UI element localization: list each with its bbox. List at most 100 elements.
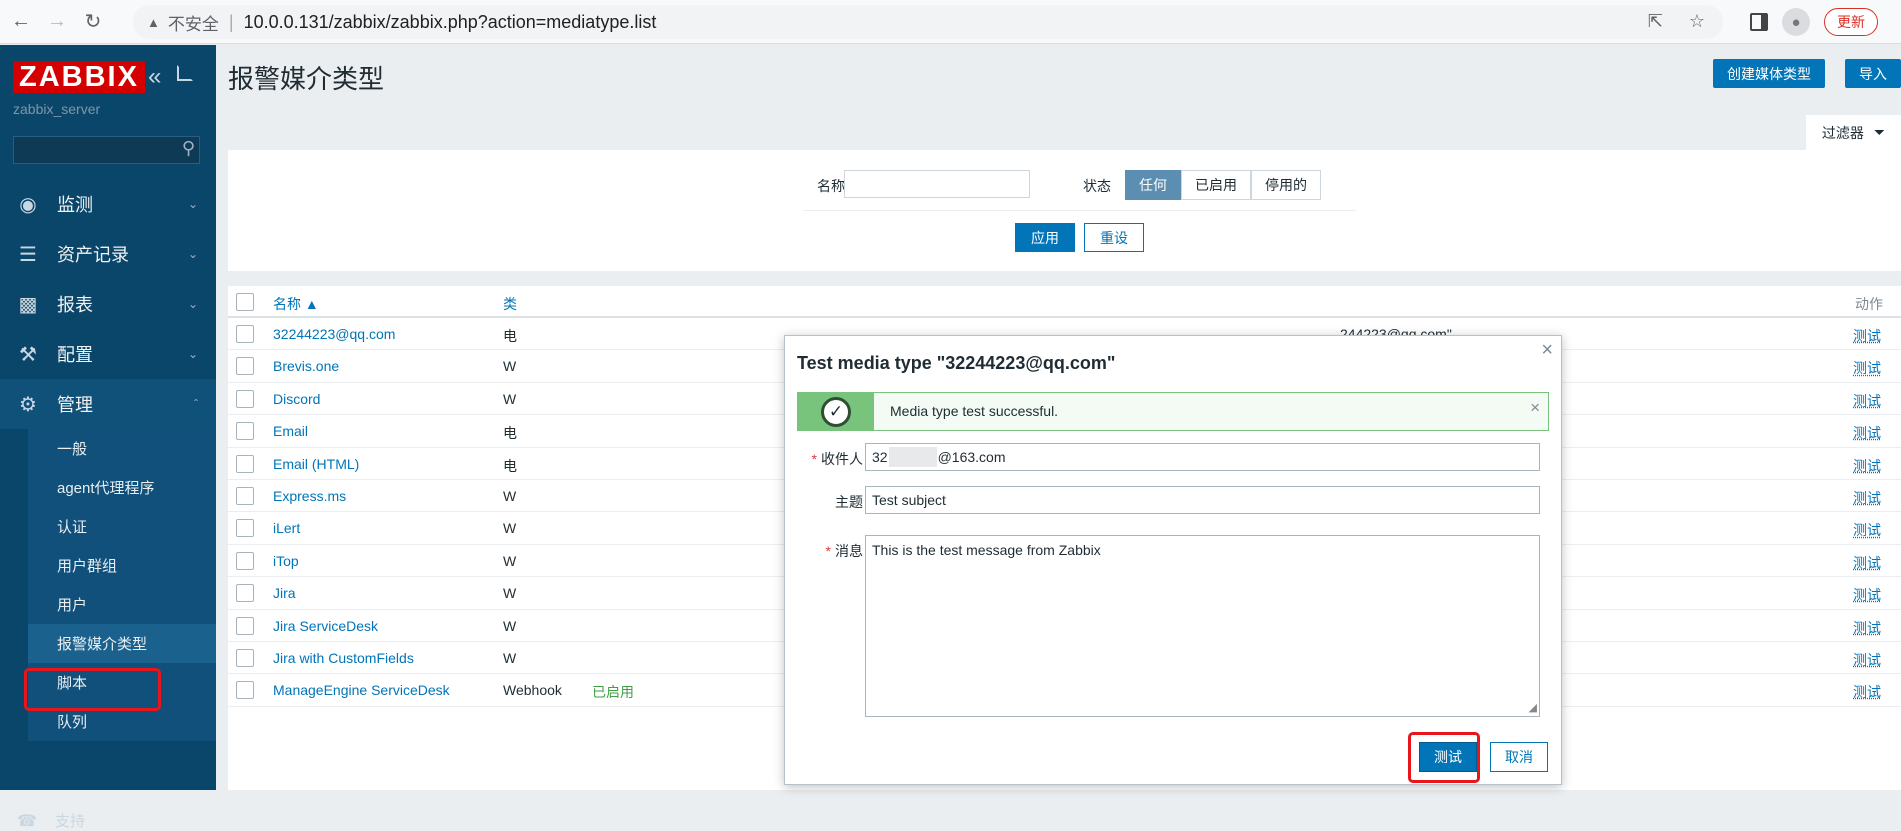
test-link[interactable]: 测试 xyxy=(1853,488,1881,508)
status-segmented-control: 任何 已启用 停用的 xyxy=(1125,170,1321,200)
submenu-item-authentication[interactable]: 认证 xyxy=(0,507,216,546)
search-icon[interactable]: ⚲ xyxy=(182,138,195,159)
submenu-item-general[interactable]: 一般 xyxy=(0,429,216,468)
submenu-item-user-groups[interactable]: 用户群组 xyxy=(0,546,216,585)
test-link[interactable]: 测试 xyxy=(1853,358,1881,378)
row-checkbox[interactable] xyxy=(236,648,254,667)
column-name[interactable]: 名称 ▲ xyxy=(273,294,319,314)
media-type-name-link[interactable]: Email (HTML) xyxy=(273,456,359,472)
address-bar[interactable]: ▲ 不安全 | 10.0.0.131/zabbix/zabbix.php?act… xyxy=(133,5,1723,39)
media-type-name-link[interactable]: ManageEngine ServiceDesk xyxy=(273,682,450,698)
row-checkbox[interactable] xyxy=(236,454,254,473)
zabbix-logo[interactable]: ZABBIX xyxy=(13,61,145,93)
test-link[interactable]: 测试 xyxy=(1853,456,1881,476)
subject-label: 主题 xyxy=(835,494,863,510)
menu-item-monitoring[interactable]: ◉ 监测 ⌄ xyxy=(0,179,216,229)
test-media-type-dialog: Test media type "32244223@qq.com" × ✓ Me… xyxy=(784,335,1562,785)
submenu-item-proxies[interactable]: agent代理程序 xyxy=(0,468,216,507)
status-option-disabled[interactable]: 停用的 xyxy=(1251,170,1321,200)
media-type-name-link[interactable]: Email xyxy=(273,423,308,439)
main-content: 报警媒介类型 创建媒体类型 导入 过滤器 ⏷ 名称 状态 任何 已启用 停用的 … xyxy=(216,45,1901,790)
main-menu: ◉ 监测 ⌄ ☰ 资产记录 ⌄ ▩ 报表 ⌄ ⚒ 配置 ⌄ ⚙ 管理 ˆ 一般 … xyxy=(0,179,216,741)
profile-icon[interactable]: ● xyxy=(1782,8,1810,36)
share-icon[interactable]: ⇱ xyxy=(1648,11,1663,32)
message-field[interactable]: This is the test message from Zabbix ◢ xyxy=(865,535,1540,717)
row-checkbox[interactable] xyxy=(236,486,254,505)
column-type[interactable]: 类 xyxy=(503,294,517,314)
menu-item-reports[interactable]: ▩ 报表 ⌄ xyxy=(0,279,216,329)
reset-button[interactable]: 重设 xyxy=(1084,223,1144,252)
media-type-name-link[interactable]: 32244223@qq.com xyxy=(273,326,395,342)
menu-item-configuration[interactable]: ⚒ 配置 ⌄ xyxy=(0,329,216,379)
reload-icon[interactable]: ↻ xyxy=(78,7,108,37)
sidebar-search-input[interactable]: ⚲ xyxy=(13,136,200,164)
row-checkbox[interactable] xyxy=(236,325,254,343)
filter-divider xyxy=(803,210,1356,211)
row-checkbox[interactable] xyxy=(236,519,254,538)
create-media-type-button[interactable]: 创建媒体类型 xyxy=(1713,59,1825,88)
media-type-type: W xyxy=(503,520,517,537)
list-icon: ☰ xyxy=(19,243,37,266)
subject-field[interactable]: Test subject xyxy=(865,486,1540,514)
submenu-item-media-types[interactable]: 报警媒介类型 xyxy=(0,624,216,663)
test-link[interactable]: 测试 xyxy=(1853,585,1881,605)
apply-button[interactable]: 应用 xyxy=(1015,223,1075,252)
media-types-highlight xyxy=(24,668,161,711)
menu-label: 监测 xyxy=(57,195,93,215)
row-checkbox[interactable] xyxy=(236,389,254,408)
side-panel-icon[interactable] xyxy=(1750,13,1768,31)
page-title: 报警媒介类型 xyxy=(228,64,385,94)
row-checkbox[interactable] xyxy=(236,357,254,376)
media-type-type: Webhook xyxy=(503,682,562,699)
test-link[interactable]: 测试 xyxy=(1853,520,1881,540)
media-type-name-link[interactable]: Brevis.one xyxy=(273,358,339,374)
close-icon[interactable]: × xyxy=(1530,398,1540,418)
collapse-sidebar-icon[interactable]: « xyxy=(148,63,161,91)
url-text[interactable]: 10.0.0.131/zabbix/zabbix.php?action=medi… xyxy=(244,12,657,33)
status-option-enabled[interactable]: 已启用 xyxy=(1181,170,1251,200)
forward-icon[interactable]: → xyxy=(42,7,72,37)
row-checkbox[interactable] xyxy=(236,681,254,700)
test-link[interactable]: 测试 xyxy=(1853,553,1881,573)
import-button[interactable]: 导入 xyxy=(1845,59,1901,88)
media-type-name-link[interactable]: iLert xyxy=(273,520,300,536)
test-link[interactable]: 测试 xyxy=(1853,650,1881,670)
select-all-checkbox[interactable] xyxy=(236,293,254,311)
test-link[interactable]: 测试 xyxy=(1853,618,1881,638)
row-checkbox[interactable] xyxy=(236,584,254,603)
media-type-name-link[interactable]: Express.ms xyxy=(273,488,346,504)
media-type-type: W xyxy=(503,552,517,569)
media-type-name-link[interactable]: Jira ServiceDesk xyxy=(273,618,378,634)
support-link[interactable]: ☎ 支持 xyxy=(17,810,85,831)
cancel-button[interactable]: 取消 xyxy=(1490,742,1548,772)
test-link[interactable]: 测试 xyxy=(1853,423,1881,443)
star-icon[interactable]: ☆ xyxy=(1689,11,1705,32)
back-icon[interactable]: ← xyxy=(6,7,36,37)
menu-item-administration[interactable]: ⚙ 管理 ˆ xyxy=(0,379,216,429)
submenu-item-users[interactable]: 用户 xyxy=(0,585,216,624)
media-type-status[interactable]: 已启用 xyxy=(592,682,634,702)
media-type-name-link[interactable]: Discord xyxy=(273,391,320,407)
test-button[interactable]: 测试 xyxy=(1419,742,1477,772)
media-type-name-link[interactable]: iTop xyxy=(273,553,299,569)
row-checkbox[interactable] xyxy=(236,551,254,570)
row-checkbox[interactable] xyxy=(236,422,254,441)
recipient-field[interactable]: 32 @163.com xyxy=(865,443,1540,471)
status-option-any[interactable]: 任何 xyxy=(1125,170,1181,200)
chevron-up-icon: ˆ xyxy=(194,397,198,411)
test-link[interactable]: 测试 xyxy=(1853,682,1881,702)
filter-tab[interactable]: 过滤器 ⏷ xyxy=(1806,115,1901,150)
resize-handle-icon[interactable]: ◢ xyxy=(1529,701,1537,714)
close-icon[interactable]: × xyxy=(1541,339,1553,362)
check-circle-icon: ✓ xyxy=(821,396,851,427)
media-type-name-link[interactable]: Jira xyxy=(273,585,296,601)
update-button[interactable]: 更新 xyxy=(1824,8,1878,36)
test-link[interactable]: 测试 xyxy=(1853,391,1881,411)
message-label: * 消息 xyxy=(825,543,863,559)
media-type-name-link[interactable]: Jira with CustomFields xyxy=(273,650,414,666)
filter-name-input[interactable] xyxy=(844,170,1030,198)
menu-item-inventory[interactable]: ☰ 资产记录 ⌄ xyxy=(0,229,216,279)
kiosk-mode-icon[interactable] xyxy=(177,65,193,81)
row-checkbox[interactable] xyxy=(236,616,254,635)
test-link[interactable]: 测试 xyxy=(1853,326,1881,346)
